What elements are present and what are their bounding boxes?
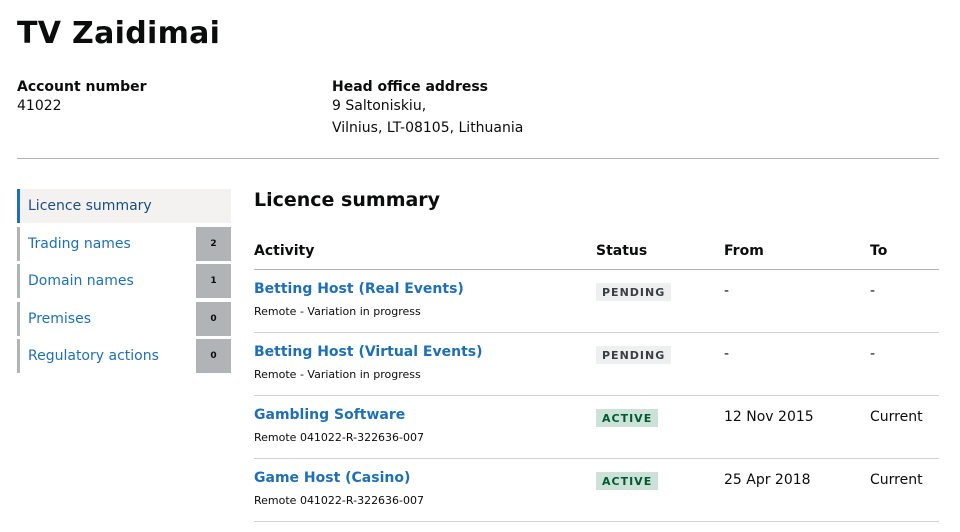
licence-table: Activity Status From To Betting Host (Re… [254, 233, 939, 522]
table-row: Gambling Software Remote 041022-R-322636… [254, 395, 939, 459]
sidebar-item-label: Trading names [28, 235, 131, 252]
count-badge: 0 [196, 301, 231, 336]
status-badge: PENDING [596, 282, 672, 301]
activity-cell: Game Host (Casino) Remote 041022-R-32263… [254, 458, 596, 522]
from-date: 12 Nov 2015 [724, 408, 814, 425]
activity-cell: Betting Host (Real Events) Remote - Vari… [254, 269, 596, 333]
sidebar-item-label: Regulatory actions [28, 348, 159, 365]
header-divider [17, 158, 939, 159]
count-badge: 1 [196, 264, 231, 299]
column-header-from: From [724, 233, 870, 270]
activity-link[interactable]: Gambling Software [254, 407, 596, 423]
to-cell: - [870, 332, 939, 396]
to-date: - [870, 282, 876, 299]
status-badge: ACTIVE [596, 471, 659, 490]
to-cell: Current [870, 395, 939, 459]
column-header-status: Status [596, 233, 724, 270]
from-cell: 12 Nov 2015 [724, 395, 870, 459]
sidebar-item-trading-names[interactable]: Trading names 2 [17, 226, 231, 261]
table-row: Betting Host (Virtual Events) Remote - V… [254, 332, 939, 396]
column-header-to: To [870, 233, 939, 270]
activity-detail: Remote 041022-R-322636-007 [254, 493, 425, 507]
page-title: TV Zaidimai [17, 16, 221, 51]
count-badge: 2 [196, 226, 231, 261]
to-date: Current [870, 471, 923, 488]
sidebar-item-licence-summary[interactable]: Licence summary [17, 189, 231, 223]
activity-link[interactable]: Betting Host (Virtual Events) [254, 344, 596, 360]
activity-link[interactable]: Betting Host (Real Events) [254, 281, 596, 297]
sidebar-nav: Licence summary Trading names 2 Domain n… [17, 189, 231, 377]
activity-detail: Remote - Variation in progress [254, 304, 421, 318]
sidebar-item-label: Licence summary [28, 198, 152, 214]
status-cell: PENDING [596, 332, 724, 396]
from-cell: - [724, 332, 870, 396]
table-header-row: Activity Status From To [254, 233, 939, 270]
status-badge: PENDING [596, 345, 672, 364]
head-office-label: Head office address [332, 79, 489, 95]
activity-detail: Remote - Variation in progress [254, 367, 421, 381]
from-date: - [724, 282, 730, 299]
to-cell: - [870, 269, 939, 333]
activity-detail: Remote 041022-R-322636-007 [254, 430, 425, 444]
account-number-value: 41022 [17, 98, 62, 114]
from-date: - [724, 345, 730, 362]
sidebar-item-premises[interactable]: Premises 0 [17, 301, 231, 336]
to-cell: Current [870, 458, 939, 522]
activity-cell: Betting Host (Virtual Events) Remote - V… [254, 332, 596, 396]
sidebar-item-regulatory-actions[interactable]: Regulatory actions 0 [17, 339, 231, 374]
from-date: 25 Apr 2018 [724, 471, 811, 488]
to-date: - [870, 345, 876, 362]
table-row: Betting Host (Real Events) Remote - Vari… [254, 269, 939, 333]
status-cell: ACTIVE [596, 395, 724, 459]
section-title: Licence summary [254, 189, 441, 211]
status-cell: ACTIVE [596, 458, 724, 522]
sidebar-item-domain-names[interactable]: Domain names 1 [17, 264, 231, 299]
from-cell: 25 Apr 2018 [724, 458, 870, 522]
activity-link[interactable]: Game Host (Casino) [254, 470, 596, 486]
table-row: Game Host (Casino) Remote 041022-R-32263… [254, 458, 939, 522]
column-header-activity: Activity [254, 233, 596, 270]
sidebar-item-label: Domain names [28, 273, 134, 290]
sidebar-item-label: Premises [28, 310, 91, 327]
account-number-label: Account number [17, 79, 147, 95]
to-date: Current [870, 408, 923, 425]
head-office-address-line1: 9 Saltoniskiu, [332, 98, 427, 114]
activity-cell: Gambling Software Remote 041022-R-322636… [254, 395, 596, 459]
status-badge: ACTIVE [596, 408, 659, 427]
head-office-address-line2: Vilnius, LT-08105, Lithuania [332, 120, 524, 136]
from-cell: - [724, 269, 870, 333]
status-cell: PENDING [596, 269, 724, 333]
count-badge: 0 [196, 339, 231, 374]
